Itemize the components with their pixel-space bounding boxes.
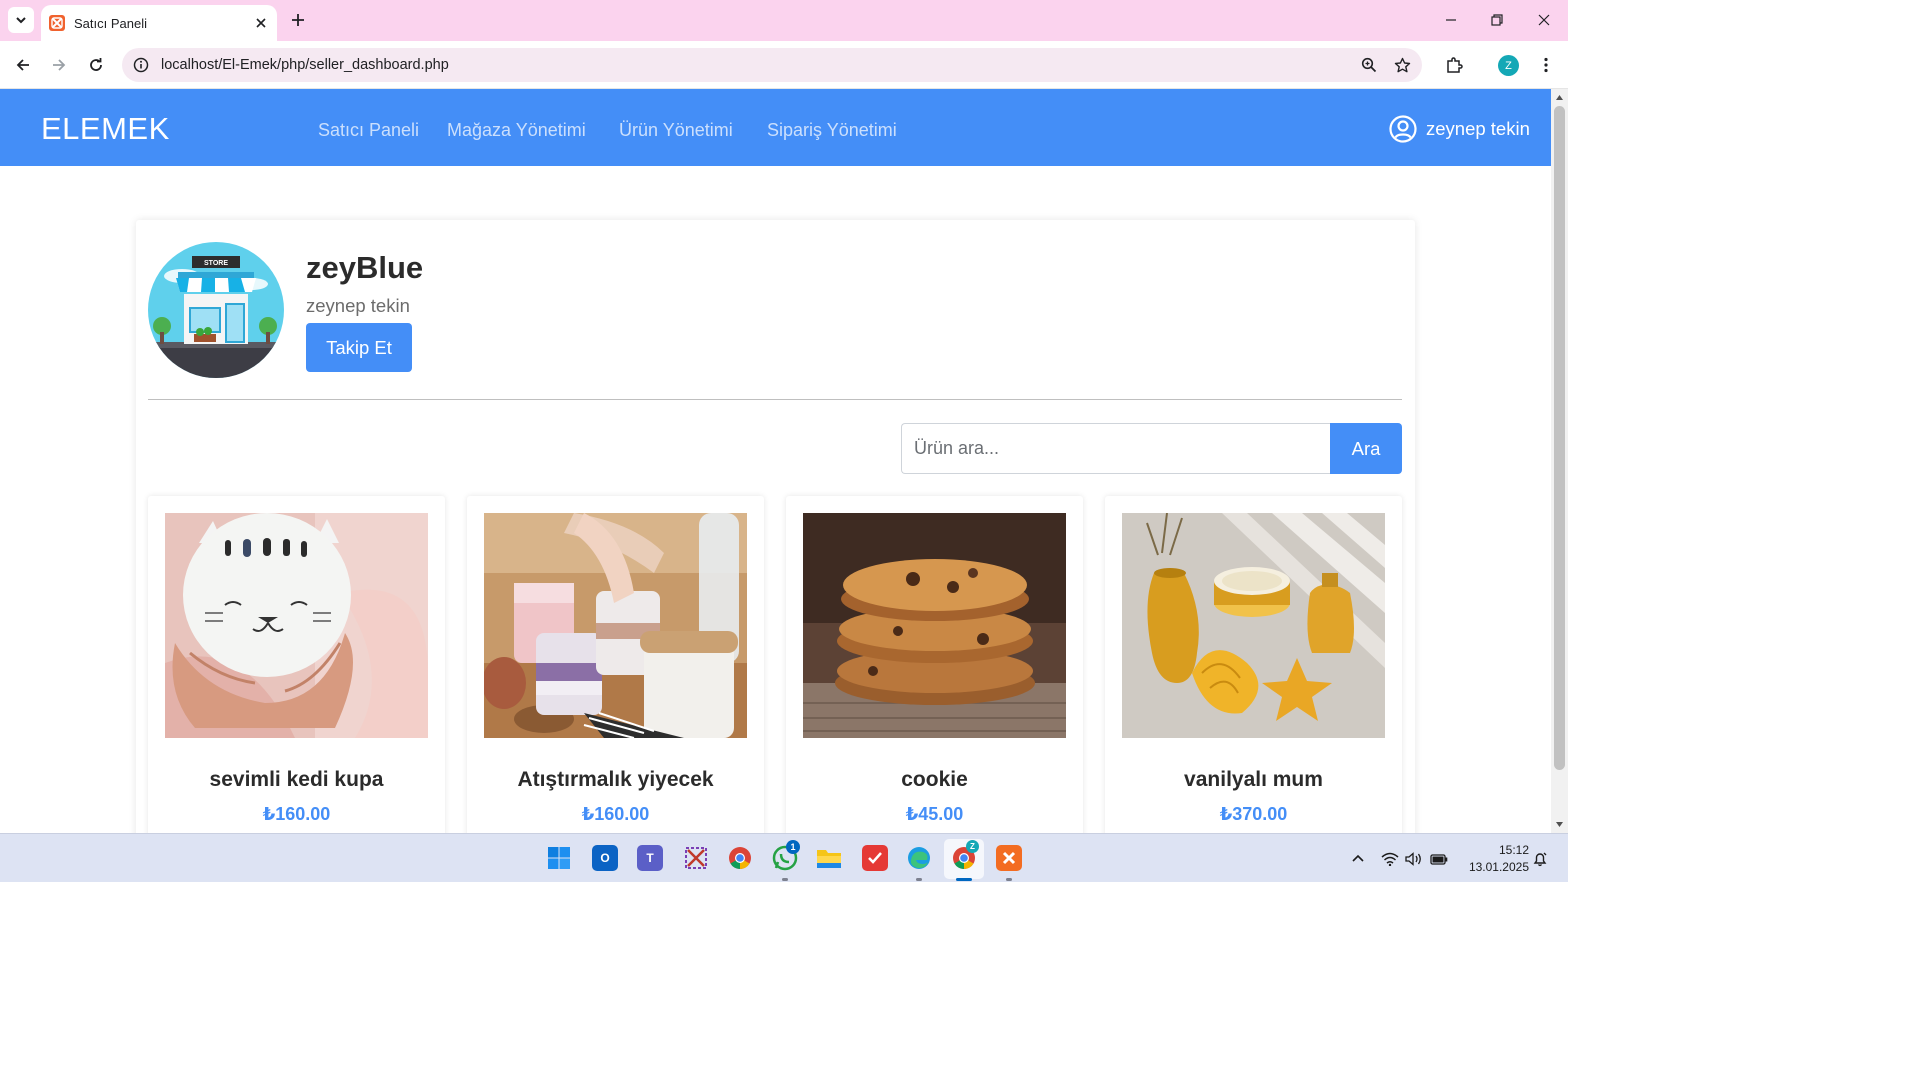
wifi-icon[interactable] — [1381, 850, 1399, 868]
chrome-profile-icon[interactable]: Z — [951, 840, 979, 871]
scrollbar-thumb[interactable] — [1554, 106, 1565, 770]
minimize-button[interactable] — [1438, 8, 1464, 32]
arrow-right-icon — [53, 59, 66, 71]
restore-icon — [1491, 14, 1503, 26]
puzzle-icon — [1447, 57, 1463, 73]
tab-close-icon[interactable] — [251, 13, 271, 33]
profile-initial: Z — [1505, 59, 1512, 72]
notification-bell-icon[interactable] — [1531, 850, 1549, 868]
xampp-favicon-icon — [49, 15, 65, 31]
product-name[interactable]: cookie — [786, 768, 1083, 792]
scroll-up-arrow-icon[interactable] — [1555, 93, 1564, 102]
browser-toolbar: localhost/El-Emek/php/seller_dashboard.p… — [0, 41, 1568, 89]
chevron-down-icon — [16, 17, 26, 24]
system-clock[interactable]: 15:12 13.01.2025 — [1459, 842, 1529, 876]
product-card[interactable]: Atıştırmalık yiyecek ₺160.00 — [467, 496, 764, 833]
product-image-cat-mug[interactable] — [165, 513, 428, 738]
file-explorer-icon[interactable] — [816, 845, 842, 871]
xampp-running-indicator — [1006, 878, 1012, 881]
xampp-icon[interactable] — [996, 845, 1022, 871]
bookmark-star-icon[interactable] — [1389, 52, 1415, 78]
product-price: ₺370.00 — [1219, 804, 1288, 824]
section-divider — [148, 399, 1402, 400]
reload-button[interactable] — [83, 52, 109, 78]
battery-icon[interactable] — [1430, 850, 1448, 868]
reload-icon — [90, 58, 102, 71]
snipping-tool-icon[interactable] — [683, 845, 709, 871]
edge-running-indicator — [916, 878, 922, 881]
clock-time: 15:12 — [1498, 843, 1529, 857]
chrome-icon[interactable] — [727, 845, 753, 871]
outlook-icon[interactable]: O — [592, 845, 618, 871]
product-card[interactable]: cookie ₺45.00 — [786, 496, 1083, 833]
shop-profile-card: STORE zeyBlue zeynep tekin Takip Et Ara — [136, 220, 1415, 833]
tray-chevron-up-icon[interactable] — [1349, 850, 1367, 868]
browser-tabstrip: Satıcı Paneli — [0, 0, 1568, 41]
product-image-snack-jars[interactable] — [484, 513, 747, 738]
edge-icon[interactable] — [906, 845, 932, 871]
minimize-icon — [1446, 19, 1456, 21]
plus-icon — [292, 14, 304, 26]
shop-name: zeyBlue — [306, 250, 424, 285]
store-avatar: STORE — [148, 242, 284, 378]
chrome-profile-badge: Z — [966, 840, 979, 853]
page-viewport: ELEMEK Satıcı Paneli Mağaza Yönetimi Ürü… — [0, 89, 1551, 833]
product-search-form: Ara — [901, 423, 1402, 474]
browser-menu-button[interactable] — [1533, 52, 1559, 78]
clock-date: 13.01.2025 — [1468, 860, 1529, 874]
tab-title: Satıcı Paneli — [74, 15, 147, 31]
product-card[interactable]: sevimli kedi kupa ₺160.00 — [148, 496, 445, 833]
tab-search-button[interactable] — [8, 7, 34, 33]
product-image-cookie-stack[interactable] — [803, 513, 1066, 738]
follow-button[interactable]: Takip Et — [306, 323, 412, 372]
windows-start-icon[interactable] — [546, 845, 572, 871]
close-window-button[interactable] — [1531, 8, 1557, 32]
product-search-input[interactable] — [901, 423, 1331, 474]
browser-tab-active[interactable]: Satıcı Paneli — [41, 5, 277, 41]
search-button[interactable]: Ara — [1330, 423, 1402, 474]
product-card[interactable]: vanilyalı mum ₺370.00 — [1105, 496, 1402, 833]
close-icon — [1538, 14, 1550, 26]
calendar-app-icon[interactable] — [862, 845, 888, 871]
back-button[interactable] — [10, 52, 36, 78]
whatsapp-icon[interactable]: 1 — [772, 840, 800, 871]
product-price: ₺160.00 — [581, 804, 650, 824]
profile-avatar[interactable]: Z — [1498, 55, 1519, 76]
arrow-left-icon — [16, 59, 29, 71]
user-circle-icon — [1389, 115, 1417, 143]
volume-icon[interactable] — [1405, 850, 1423, 868]
nav-link-order-management[interactable]: Sipariş Yönetimi — [767, 120, 897, 141]
product-name[interactable]: vanilyalı mum — [1105, 768, 1402, 792]
restore-button[interactable] — [1484, 8, 1510, 32]
site-navbar: ELEMEK Satıcı Paneli Mağaza Yönetimi Ürü… — [0, 89, 1551, 166]
product-price: ₺160.00 — [262, 804, 331, 824]
nav-link-product-management[interactable]: Ürün Yönetimi — [619, 120, 733, 141]
scroll-down-arrow-icon[interactable] — [1555, 820, 1564, 829]
forward-button[interactable] — [46, 52, 72, 78]
shop-owner-name: zeynep tekin — [306, 295, 410, 316]
chrome-profile-running-indicator — [956, 878, 972, 881]
teams-icon[interactable]: T — [637, 845, 663, 871]
more-vertical-icon — [1544, 57, 1548, 73]
product-name[interactable]: sevimli kedi kupa — [148, 768, 445, 792]
site-info-icon[interactable] — [133, 57, 149, 73]
nav-link-store-management[interactable]: Mağaza Yönetimi — [447, 120, 586, 141]
whatsapp-running-indicator — [782, 878, 788, 881]
address-bar[interactable]: localhost/El-Emek/php/seller_dashboard.p… — [122, 48, 1422, 82]
new-tab-button[interactable] — [287, 9, 309, 31]
address-bar-url: localhost/El-Emek/php/seller_dashboard.p… — [161, 57, 449, 73]
user-menu[interactable]: zeynep tekin — [1389, 115, 1530, 143]
product-image-gold-candle[interactable] — [1122, 513, 1385, 738]
site-brand[interactable]: ELEMEK — [41, 111, 170, 147]
windows-taskbar: O T 1 Z 15:12 13.01.2025 — [0, 833, 1568, 882]
user-name: zeynep tekin — [1426, 118, 1530, 139]
store-sign-text: STORE — [204, 260, 228, 267]
product-name[interactable]: Atıştırmalık yiyecek — [467, 768, 764, 792]
whatsapp-notification-badge: 1 — [786, 840, 800, 854]
product-price: ₺45.00 — [905, 804, 964, 824]
nav-link-seller-panel[interactable]: Satıcı Paneli — [318, 120, 419, 141]
page-scrollbar[interactable] — [1551, 89, 1568, 833]
extensions-button[interactable] — [1441, 52, 1467, 78]
zoom-icon[interactable] — [1356, 52, 1382, 78]
